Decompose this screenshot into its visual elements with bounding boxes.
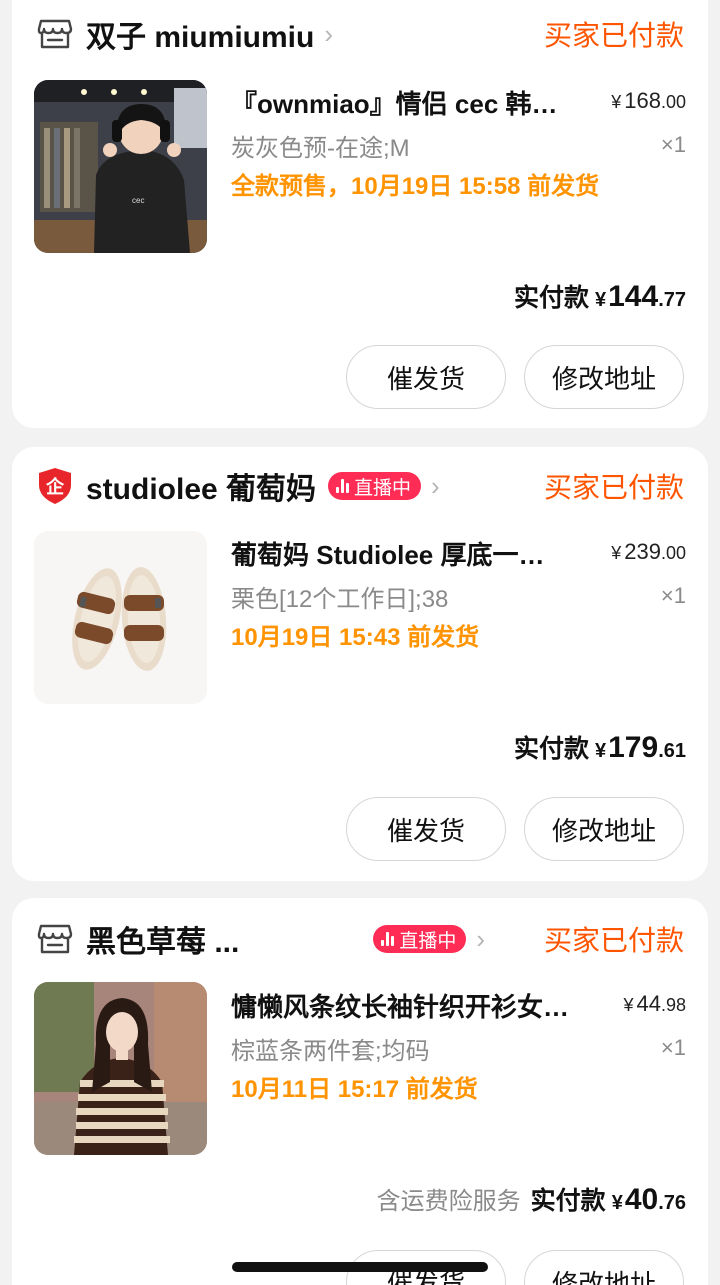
live-bars-icon	[381, 932, 395, 946]
paid-total: 含运费险服务 实付款 ¥ 40 .76	[376, 1183, 686, 1216]
product-title[interactable]: 慵懒风条纹长袖针织开衫女…	[231, 987, 581, 1024]
product-sku: 栗色[12个工作日];38	[231, 586, 449, 613]
modify-address-button[interactable]: 修改地址	[524, 1250, 684, 1285]
svg-text:cec: cec	[132, 196, 144, 205]
order-list-page: 双子 miumiumiu › 买家已付款 cec 『ownmiao』情侣 cec…	[0, 0, 720, 1285]
chevron-right-icon: ›	[431, 471, 440, 501]
live-badge[interactable]: 直播中	[328, 472, 422, 500]
modify-address-button[interactable]: 修改地址	[524, 345, 684, 409]
product-quantity: ×1	[660, 1035, 686, 1060]
product-image[interactable]	[34, 982, 207, 1155]
paid-amount: 179	[608, 731, 659, 764]
store-icon	[36, 920, 74, 958]
order-status: 买家已付款	[543, 20, 684, 51]
home-indicator[interactable]	[232, 1262, 488, 1272]
product-sku: 棕蓝条两件套;均码	[231, 1038, 430, 1065]
product-title[interactable]: 『ownmiao』情侣 cec 韩…	[231, 84, 581, 121]
shop-name[interactable]: 黑色草莓 ...	[86, 917, 239, 961]
urge-shipping-button[interactable]: 催发货	[346, 345, 506, 409]
product-title[interactable]: 葡萄妈 Studiolee 厚底一…	[231, 535, 581, 572]
live-bars-icon	[336, 479, 350, 493]
product-price: ¥239.00	[611, 539, 686, 564]
product-image[interactable]	[34, 531, 207, 704]
chevron-right-icon: ›	[324, 19, 334, 49]
order-status: 买家已付款	[543, 472, 684, 503]
store-icon	[36, 15, 74, 53]
shipping-deadline: 10月11日 15:17 前发货	[231, 1076, 478, 1103]
live-badge[interactable]: 直播中	[373, 925, 467, 953]
product-sku: 炭灰色预-在途;M	[231, 135, 410, 162]
chevron-right-icon: ›	[476, 924, 486, 954]
paid-total: 实付款 ¥ 179 .61	[513, 731, 686, 764]
product-price: ¥168.00	[611, 88, 686, 113]
order-status: 买家已付款	[543, 925, 684, 956]
paid-label: 实付款	[530, 1187, 606, 1215]
order-card[interactable]: 黑色草莓 ... 直播中 › 买家已付款 慵懒风条纹长袖针织开衫女… ¥ 44.…	[12, 898, 708, 1285]
product-price: ¥44.98	[623, 991, 686, 1016]
shop-header[interactable]: 双子 miumiumiu › 买家已付款	[36, 14, 684, 54]
shipping-insurance-label: 含运费险服务	[376, 1188, 521, 1215]
shop-header[interactable]: 黑色草莓 ... 直播中 › 买家已付款	[36, 919, 684, 959]
urge-shipping-button[interactable]: 催发货	[346, 797, 506, 861]
modify-address-button[interactable]: 修改地址	[524, 797, 684, 861]
shop-name[interactable]: studiolee 葡萄妈	[86, 464, 316, 508]
product-quantity: ×1	[660, 132, 686, 157]
paid-label: 实付款	[513, 735, 589, 763]
product-image[interactable]: cec	[34, 80, 207, 253]
svg-text:企: 企	[45, 476, 65, 498]
order-card[interactable]: 双子 miumiumiu › 买家已付款 cec 『ownmiao』情侣 cec…	[12, 0, 708, 428]
shop-header[interactable]: 企 studiolee 葡萄妈 直播中 › 买家已付款	[36, 466, 684, 506]
paid-amount: 144	[608, 280, 659, 313]
shipping-deadline: 全款预售，10月19日 15:58 前发货	[231, 173, 600, 200]
paid-label: 实付款	[513, 284, 589, 312]
order-card[interactable]: 企 studiolee 葡萄妈 直播中 › 买家已付款 葡萄妈 Studiole…	[12, 447, 708, 881]
product-quantity: ×1	[660, 583, 686, 608]
shop-name[interactable]: 双子 miumiumiu	[86, 12, 314, 56]
paid-total: 实付款 ¥ 144 .77	[513, 280, 686, 313]
shipping-deadline: 10月19日 15:43 前发货	[231, 624, 480, 651]
enterprise-shield-icon: 企	[36, 467, 74, 505]
paid-amount: 40	[624, 1183, 659, 1216]
